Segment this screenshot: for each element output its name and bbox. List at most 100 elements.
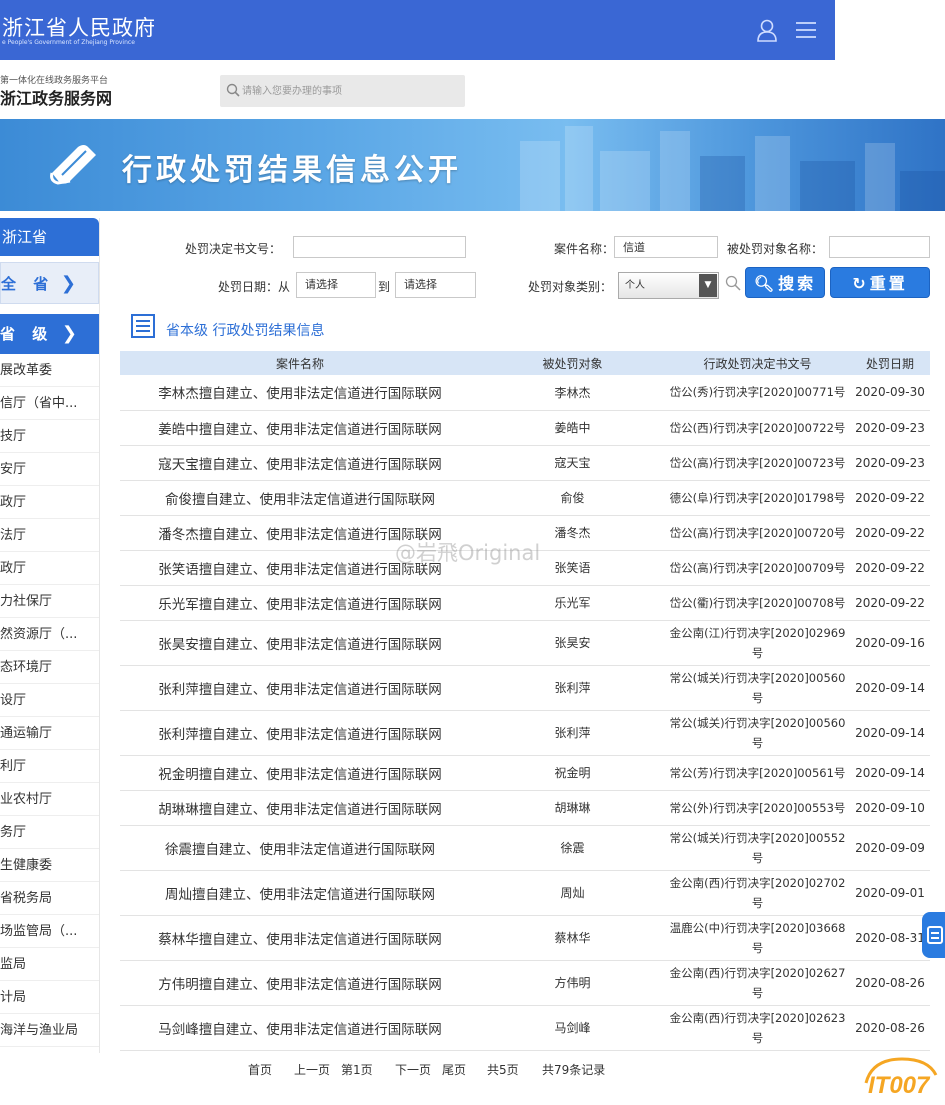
table-row[interactable]: 寇天宝擅自建立、使用非法定信道进行国际联网 寇天宝 岱公(高)行罚决字[2020]0… (120, 445, 930, 481)
sidebar-item[interactable]: 安厅 (0, 453, 99, 486)
top-header-bar: 浙江省人民政府 e People's Government of Zhejian… (0, 0, 835, 60)
date-from-picker[interactable]: 请选择 (296, 272, 376, 298)
magnifier-icon[interactable] (725, 275, 741, 291)
sidebar-item[interactable]: 法厅 (0, 519, 99, 552)
cell-case-name[interactable]: 张利萍擅自建立、使用非法定信道进行国际联网 (120, 665, 480, 711)
site-logo-text[interactable]: 浙江政务服务网 (0, 85, 112, 109)
table-row[interactable]: 蔡林华擅自建立、使用非法定信道进行国际联网 蔡林华 温鹿公(中)行罚决字[2020]… (120, 915, 930, 961)
target-type-value: 个人 (625, 280, 645, 291)
cell-target: 俞俊 (480, 480, 665, 516)
cell-doc-no: 岱公(高)行罚决字[2020]00723号 (665, 445, 850, 481)
table-row[interactable]: 胡琳琳擅自建立、使用非法定信道进行国际联网 胡琳琳 常公(外)行罚决字[2020]0… (120, 790, 930, 826)
sidebar-item[interactable]: 监局 (0, 948, 99, 981)
sidebar-province[interactable]: 浙江省 (0, 218, 99, 256)
gov-title[interactable]: 浙江省人民政府 (2, 12, 156, 42)
cell-case-name[interactable]: 李林杰擅自建立、使用非法定信道进行国际联网 (120, 375, 480, 411)
search-input[interactable] (242, 81, 457, 101)
site-search[interactable] (220, 75, 465, 107)
cell-target: 张利萍 (480, 710, 665, 756)
sidebar-item[interactable]: 业农村厅 (0, 783, 99, 816)
sidebar-item[interactable]: 生健康委 (0, 849, 99, 882)
cell-doc-no: 岱公(高)行罚决字[2020]00720号 (665, 515, 850, 551)
sidebar-all-label: 全 省 (1, 275, 55, 293)
reset-button[interactable]: ↻ 重置 (830, 267, 930, 298)
sidebar-department-list: 展改革委 信厅（省中... 技厅 安厅 政厅 法厅 政厅 力社保厅 然资源厅（... 态环境厅 设厅… (0, 354, 99, 1047)
cell-case-name[interactable]: 姜皓中擅自建立、使用非法定信道进行国际联网 (120, 410, 480, 446)
sidebar-item[interactable]: 场监管局（... (0, 915, 99, 948)
date-to-picker[interactable]: 请选择 (395, 272, 476, 298)
cell-date: 2020-09-22 (850, 585, 930, 621)
sidebar-item[interactable]: 通运输厅 (0, 717, 99, 750)
list-doc-icon (131, 314, 155, 338)
cell-case-name[interactable]: 祝金明擅自建立、使用非法定信道进行国际联网 (120, 755, 480, 791)
pager-last[interactable]: 尾页 (442, 1061, 466, 1078)
pager-first[interactable]: 首页 (248, 1061, 272, 1078)
sidebar-item[interactable]: 计局 (0, 981, 99, 1014)
table-row[interactable]: 俞俊擅自建立、使用非法定信道进行国际联网 俞俊 德公(阜)行罚决字[2020]017… (120, 480, 930, 516)
sidebar-item[interactable]: 技厅 (0, 420, 99, 453)
table-row[interactable]: 张利萍擅自建立、使用非法定信道进行国际联网 张利萍 常公(城关)行罚决字[2020]… (120, 665, 930, 711)
target-name-input[interactable] (829, 236, 930, 258)
cell-case-name[interactable]: 胡琳琳擅自建立、使用非法定信道进行国际联网 (120, 790, 480, 826)
menu-icon[interactable] (795, 18, 817, 42)
sidebar-item[interactable]: 展改革委 (0, 354, 99, 387)
decision-no-label: 处罚决定书文号： (185, 242, 282, 256)
table-row[interactable]: 徐震擅自建立、使用非法定信道进行国际联网 徐震 常公(城关)行罚决字[2020]00… (120, 825, 930, 871)
sidebar-item[interactable]: 务厅 (0, 816, 99, 849)
cell-case-name[interactable]: 周灿擅自建立、使用非法定信道进行国际联网 (120, 870, 480, 916)
results-table: 案件名称 被处罚对象 行政处罚决定书文号 处罚日期 李林杰擅自建立、使用非法定信… (120, 351, 930, 1051)
cell-date: 2020-09-22 (850, 480, 930, 516)
table-row[interactable]: 张利萍擅自建立、使用非法定信道进行国际联网 张利萍 常公(城关)行罚决字[2020]… (120, 710, 930, 756)
sidebar-item[interactable]: 信厅（省中... (0, 387, 99, 420)
cell-case-name[interactable]: 徐震擅自建立、使用非法定信道进行国际联网 (120, 825, 480, 871)
sidebar-item[interactable]: 利厅 (0, 750, 99, 783)
sidebar-item[interactable]: 设厅 (0, 684, 99, 717)
user-icon[interactable] (756, 18, 778, 42)
pager-next[interactable]: 下一页 (395, 1061, 431, 1078)
target-type-select[interactable]: 个人 ▼ (618, 272, 719, 299)
table-row[interactable]: 乐光军擅自建立、使用非法定信道进行国际联网 乐光军 岱公(衢)行罚决字[2020]0… (120, 585, 930, 621)
cell-target: 张昊安 (480, 620, 665, 666)
search-icon (226, 83, 240, 97)
case-name-input[interactable] (614, 236, 718, 258)
search-button[interactable]: 🔍︎ 搜索 (745, 267, 825, 298)
cell-case-name[interactable]: 方伟明擅自建立、使用非法定信道进行国际联网 (120, 960, 480, 1006)
sidebar-item[interactable]: 政厅 (0, 486, 99, 519)
table-row[interactable]: 张昊安擅自建立、使用非法定信道进行国际联网 张昊安 金公南(江)行罚决字[2020]… (120, 620, 930, 666)
table-row[interactable]: 李林杰擅自建立、使用非法定信道进行国际联网 李林杰 岱公(秀)行罚决字[2020]0… (120, 375, 930, 411)
cell-target: 姜皓中 (480, 410, 665, 446)
cell-case-name[interactable]: 马剑峰擅自建立、使用非法定信道进行国际联网 (120, 1005, 480, 1051)
sidebar-item[interactable]: 海洋与渔业局 (0, 1014, 99, 1047)
table-row[interactable]: 祝金明擅自建立、使用非法定信道进行国际联网 祝金明 常公(芳)行罚决字[2020]0… (120, 755, 930, 791)
cell-doc-no: 岱公(高)行罚决字[2020]00709号 (665, 550, 850, 586)
cell-date: 2020-09-10 (850, 790, 930, 826)
table-row[interactable]: 马剑峰擅自建立、使用非法定信道进行国际联网 马剑峰 金公南(西)行罚决字[2020]… (120, 1005, 930, 1051)
cell-case-name[interactable]: 张昊安擅自建立、使用非法定信道进行国际联网 (120, 620, 480, 666)
cell-doc-no: 常公(芳)行罚决字[2020]00561号 (665, 755, 850, 791)
floating-service-tab[interactable] (922, 912, 945, 958)
table-row[interactable]: 周灿擅自建立、使用非法定信道进行国际联网 周灿 金公南(西)行罚决字[2020]02… (120, 870, 930, 916)
reset-button-label: 重置 (869, 274, 908, 293)
pager-prev[interactable]: 上一页 (294, 1061, 330, 1078)
sidebar-item[interactable]: 省税务局 (0, 882, 99, 915)
cell-date: 2020-09-01 (850, 870, 930, 916)
sidebar-item[interactable]: 然资源厅（... (0, 618, 99, 651)
decision-no-input[interactable] (293, 236, 466, 258)
sidebar-item[interactable]: 态环境厅 (0, 651, 99, 684)
cell-case-name[interactable]: 张利萍擅自建立、使用非法定信道进行国际联网 (120, 710, 480, 756)
cell-target: 乐光军 (480, 585, 665, 621)
cell-case-name[interactable]: 俞俊擅自建立、使用非法定信道进行国际联网 (120, 480, 480, 516)
cell-target: 马剑峰 (480, 1005, 665, 1051)
cell-case-name[interactable]: 寇天宝擅自建立、使用非法定信道进行国际联网 (120, 445, 480, 481)
sidebar: 浙江省 全 省 ❯ 省 级 ❯ 展改革委 信厅（省中... 技厅 安厅 政厅 法厅 政厅 力社… (0, 218, 100, 1053)
col-header-doc-no: 行政处罚决定书文号 (665, 351, 850, 375)
cell-date: 2020-09-14 (850, 665, 930, 711)
sidebar-item[interactable]: 政厅 (0, 552, 99, 585)
cell-case-name[interactable]: 乐光军擅自建立、使用非法定信道进行国际联网 (120, 585, 480, 621)
cell-case-name[interactable]: 蔡林华擅自建立、使用非法定信道进行国际联网 (120, 915, 480, 961)
table-row[interactable]: 方伟明擅自建立、使用非法定信道进行国际联网 方伟明 金公南(西)行罚决字[2020]… (120, 960, 930, 1006)
sidebar-item[interactable]: 力社保厅 (0, 585, 99, 618)
sidebar-all-province[interactable]: 全 省 ❯ (0, 262, 99, 304)
sidebar-province-level[interactable]: 省 级 ❯ (0, 314, 99, 354)
table-row[interactable]: 姜皓中擅自建立、使用非法定信道进行国际联网 姜皓中 岱公(西)行罚决字[2020]0… (120, 410, 930, 446)
